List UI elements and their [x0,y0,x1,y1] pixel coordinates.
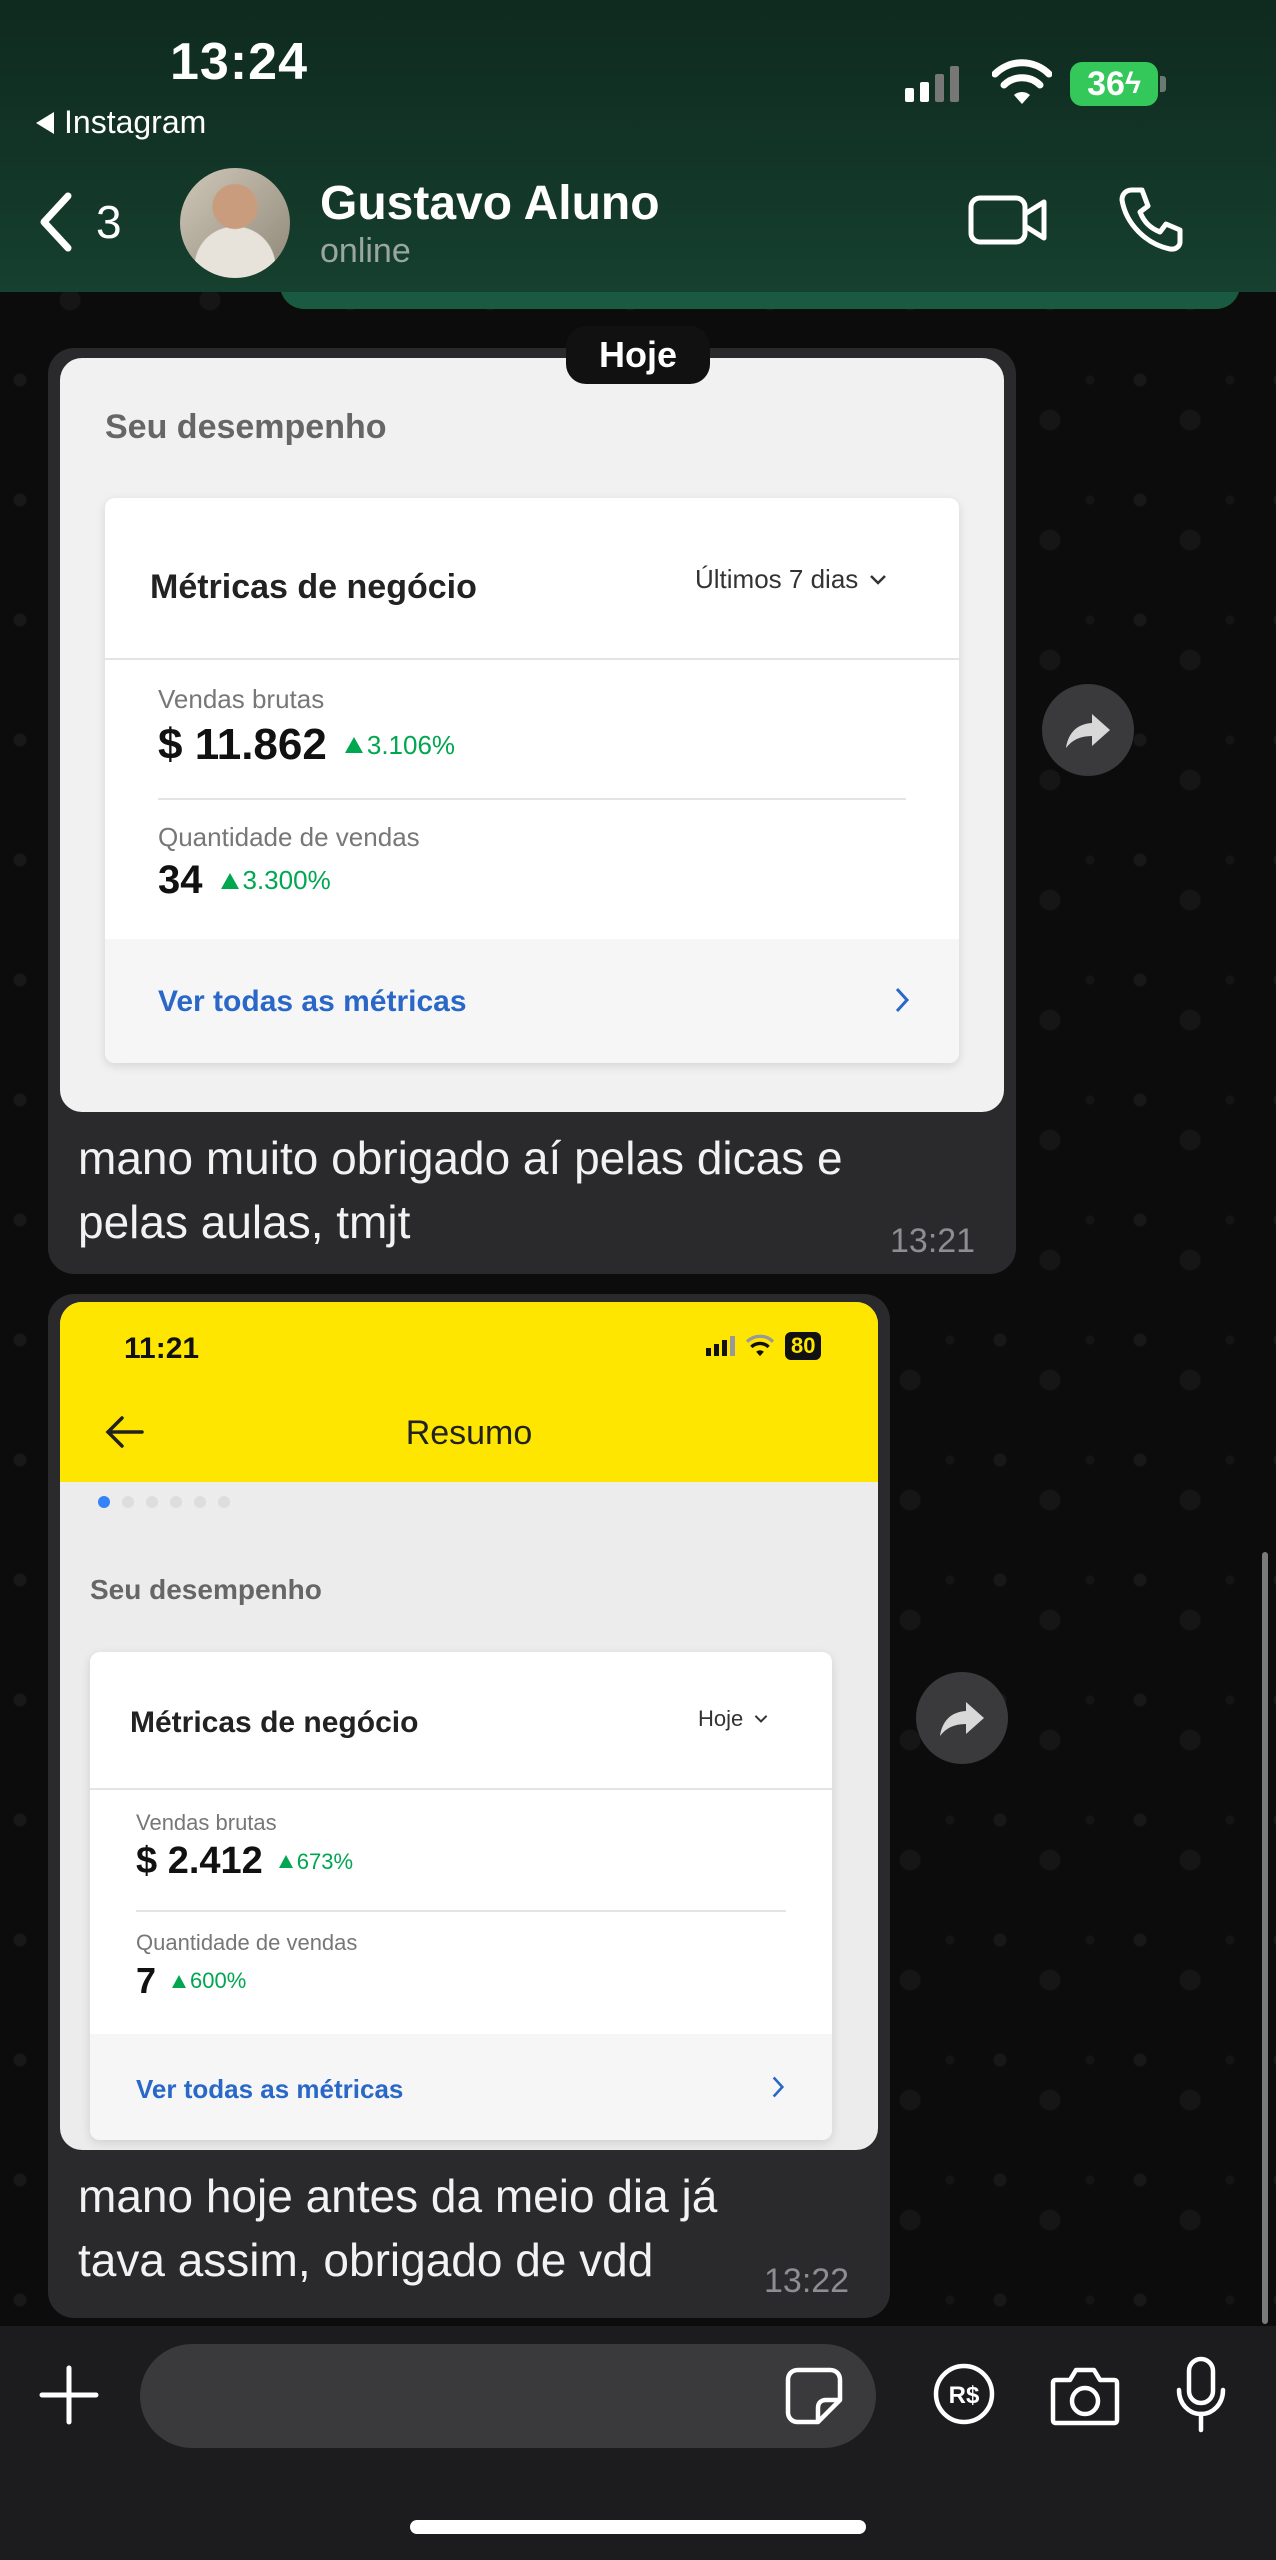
arrow-up-icon [172,1974,187,1988]
gross-sales-delta: 673% [278,1848,354,1875]
pix-payment-icon[interactable]: R$ [932,2362,996,2426]
signal-icon [706,1336,735,1356]
message-text: mano hoje antes da meio dia já tava assi… [78,2164,717,2292]
message-input[interactable] [140,2344,876,2448]
status-time: 13:24 [170,33,308,91]
arrow-up-icon [344,737,363,753]
back-triangle-icon [36,111,54,134]
image-screen-title: Resumo [405,1414,533,1452]
gross-sales-label: Vendas brutas [158,684,325,714]
scrollbar[interactable] [1262,1552,1268,2324]
message-text-line: mano muito obrigado aí pelas dicas e [78,1132,843,1184]
app-header [60,1302,878,1482]
period-label: Últimos 7 dias [695,564,859,594]
card-footer: Ver todas as métricas [105,939,959,1063]
chevron-right-icon [772,2076,785,2098]
forward-button[interactable] [1042,684,1134,776]
card-title: Métricas de negócio [130,1706,419,1739]
svg-text:R$: R$ [949,2382,980,2409]
message-text-line: pelas aulas, tmjt [78,1196,411,1248]
arrow-up-icon [220,872,239,889]
battery-indicator: 36 ϟ [1070,62,1158,106]
sales-count-delta-value: 3.300% [242,865,331,895]
gross-sales-delta-value: 3.106% [366,729,456,760]
gross-sales-amount: $ 2.412 [136,1840,263,1882]
arrow-up-icon [278,1855,293,1868]
contact-avatar[interactable] [180,168,290,278]
sales-count-label: Quantidade de vendas [136,1930,358,1955]
sales-count-label: Quantidade de vendas [158,822,420,852]
back-app-label: Instagram [64,104,207,140]
sales-count-amount: 34 [158,858,203,902]
gross-sales-delta-value: 673% [296,1848,354,1874]
divider [105,658,959,660]
carousel-dots [98,1496,230,1508]
chat-header: 13:24 Instagram 36 ϟ 3 Gustavo Aluno onl… [0,0,1276,292]
message-image[interactable]: 11:21 80 Resumo Seu desempenho Métricas … [60,1302,878,2150]
divider [90,1788,832,1790]
performance-label: Seu desempenho [90,1574,322,1605]
cellular-signal-icon [905,66,959,102]
message-time: 13:22 [764,2262,850,2300]
chevron-down-icon [754,1715,768,1723]
message-time: 13:21 [890,1222,976,1260]
contact-status: online [320,232,411,270]
wifi-icon [745,1334,775,1357]
chevron-left-icon [40,192,72,252]
forward-button[interactable] [916,1672,1008,1764]
divider [158,798,906,800]
period-label: Hoje [698,1706,744,1731]
period-selector: Hoje [698,1706,769,1732]
metrics-card: Métricas de negócio Últimos 7 dias Venda… [105,498,959,1063]
message-image[interactable]: Seu desempenho Métricas de negócio Últim… [60,358,1004,1112]
battery-tip [1160,76,1166,92]
sales-count-amount: 7 [136,1960,157,2001]
sales-count-value: 34 3.300% [158,858,331,903]
camera-icon[interactable] [1050,2364,1120,2426]
image-status-icons: 80 [706,1332,822,1360]
wifi-icon [992,59,1052,104]
view-all-metrics-link: Ver todas as métricas [136,2074,404,2104]
gross-sales-value: $ 11.862 3.106% [158,720,455,770]
gross-sales-value: $ 2.412 673% [136,1840,353,1883]
sales-count-delta: 600% [172,1968,246,1994]
chevron-right-icon [895,987,910,1013]
message-text: mano muito obrigado aí pelas dicas e pel… [78,1126,843,1254]
plus-icon[interactable] [36,2362,102,2428]
sales-count-delta: 3.300% [220,865,331,896]
metrics-card: Métricas de negócio Hoje Vendas brutas $… [90,1652,832,2140]
contact-name[interactable]: Gustavo Aluno [320,176,660,231]
view-all-metrics-link: Ver todas as métricas [158,985,467,1018]
sticker-icon[interactable] [784,2366,844,2426]
day-separator: Hoje [566,326,710,384]
back-button[interactable]: 3 [36,190,122,254]
share-forward-icon [1066,714,1110,748]
phone-icon[interactable] [1118,184,1184,254]
message-text-line: mano hoje antes da meio dia já [78,2170,718,2222]
sales-count-value: 7 600% [136,1960,246,2002]
sales-count-delta-value: 600% [190,1968,247,1993]
message-text-line: tava assim, obrigado de vdd [78,2234,654,2286]
unread-count: 3 [96,196,122,248]
share-forward-icon [940,1702,984,1736]
card-title: Métricas de negócio [150,568,477,606]
back-to-app-link[interactable]: Instagram [36,104,206,141]
charging-bolt-icon: ϟ [1124,67,1141,100]
home-indicator[interactable] [410,2520,866,2534]
period-selector: Últimos 7 dias [695,564,888,595]
performance-label: Seu desempenho [105,408,387,446]
video-call-icon[interactable] [968,190,1048,250]
divider [136,1910,786,1912]
image-status-time: 11:21 [124,1332,200,1365]
gross-sales-delta: 3.106% [344,729,456,761]
chevron-down-icon [870,574,887,585]
card-footer: Ver todas as métricas [90,2034,832,2140]
microphone-icon[interactable] [1174,2356,1228,2434]
battery-level: 36 [1087,64,1125,103]
gross-sales-amount: $ 11.862 [158,720,327,769]
gross-sales-label: Vendas brutas [136,1810,277,1835]
image-battery: 80 [785,1332,822,1360]
